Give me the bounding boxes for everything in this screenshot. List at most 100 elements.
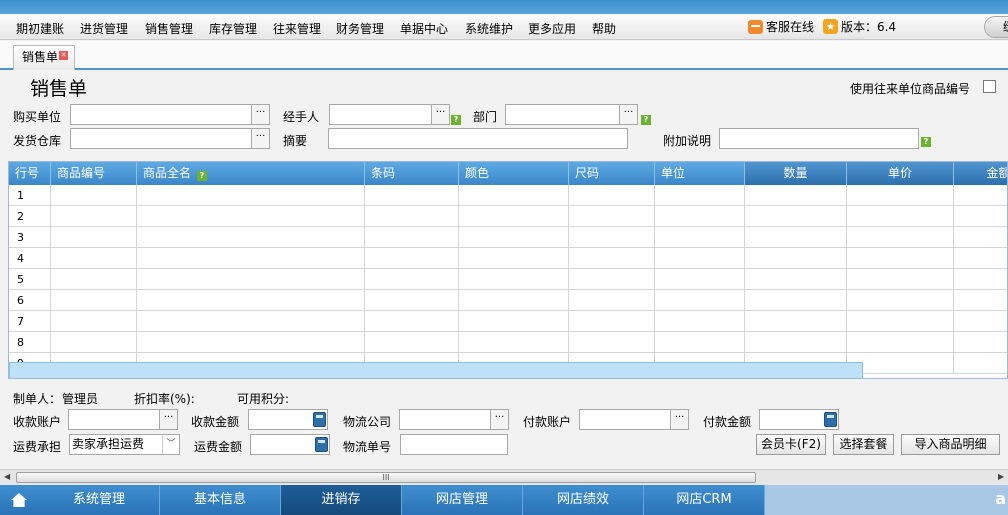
grid-cell[interactable]	[655, 332, 745, 353]
module-tab-basic-info[interactable]: 基本信息	[160, 485, 281, 515]
row-number-cell[interactable]: 2	[9, 206, 51, 227]
col-header-size[interactable]: 尺码	[569, 162, 655, 185]
grid-cell[interactable]	[655, 248, 745, 269]
calculator-icon[interactable]	[315, 437, 328, 452]
grid-cell[interactable]	[137, 269, 365, 290]
grid-cell[interactable]	[459, 248, 569, 269]
grid-cell[interactable]	[137, 311, 365, 332]
item-name-help-icon[interactable]: ?	[196, 171, 207, 181]
row-number-cell[interactable]: 3	[9, 227, 51, 248]
grid-cell[interactable]	[745, 248, 847, 269]
menu-item-inventory[interactable]: 库存管理	[209, 20, 257, 37]
grid-cell[interactable]	[365, 248, 459, 269]
module-tab-shop-performance[interactable]: 网店绩效	[523, 485, 644, 515]
grid-cell[interactable]	[137, 248, 365, 269]
tab-sales-order[interactable]: 销售单 ✕	[13, 45, 76, 70]
sales-line-grid[interactable]: 行号 商品编号 商品全名 ? 条码 颜色 尺码 单位 数量 单价 金额 1234…	[8, 161, 1008, 379]
module-tab-shop-crm[interactable]: 网店CRM	[644, 485, 765, 515]
grid-cell[interactable]	[137, 185, 365, 206]
dept-help-icon[interactable]: ?	[641, 115, 651, 125]
grid-cell[interactable]	[847, 227, 954, 248]
grid-cell[interactable]	[655, 269, 745, 290]
grid-cell[interactable]	[569, 185, 655, 206]
grid-cell[interactable]	[569, 227, 655, 248]
close-icon[interactable]: ✕	[59, 51, 69, 60]
col-header-item-code[interactable]: 商品编号	[51, 162, 137, 185]
service-online-link[interactable]: 客服在线	[748, 18, 814, 35]
grid-cell[interactable]	[847, 353, 954, 374]
col-header-qty[interactable]: 数量	[745, 162, 847, 185]
grid-cell[interactable]	[847, 248, 954, 269]
grid-cell[interactable]	[954, 248, 1007, 269]
grid-cell[interactable]	[459, 311, 569, 332]
grid-cell[interactable]	[51, 269, 137, 290]
grid-cell[interactable]	[847, 332, 954, 353]
dept-browse-button[interactable]: ···	[619, 105, 637, 124]
logistics-company-field[interactable]: ···	[399, 409, 509, 430]
grid-cell[interactable]	[365, 227, 459, 248]
grid-cell[interactable]	[655, 206, 745, 227]
menu-item-accounts[interactable]: 往来管理	[273, 20, 321, 37]
grid-cell[interactable]	[954, 290, 1007, 311]
row-number-cell[interactable]: 6	[9, 290, 51, 311]
freight-amount-field[interactable]	[250, 434, 330, 455]
grid-cell[interactable]	[954, 353, 1007, 374]
module-tab-shop-manage[interactable]: 网店管理	[402, 485, 523, 515]
grid-cell[interactable]	[365, 311, 459, 332]
grid-cell[interactable]	[847, 185, 954, 206]
grid-cell[interactable]	[459, 185, 569, 206]
lock-icon[interactable]: a	[995, 489, 1006, 508]
grid-cell[interactable]	[745, 311, 847, 332]
row-number-cell[interactable]: 1	[9, 185, 51, 206]
grid-cell[interactable]	[459, 332, 569, 353]
grid-cell[interactable]	[954, 185, 1007, 206]
import-details-button[interactable]: 导入商品明细	[901, 434, 1000, 455]
grid-cell[interactable]	[847, 206, 954, 227]
logistics-company-browse-button[interactable]: ···	[490, 410, 508, 429]
col-header-barcode[interactable]: 条码	[365, 162, 459, 185]
menu-item-purchase[interactable]: 进货管理	[80, 20, 128, 37]
grid-cell[interactable]	[459, 206, 569, 227]
tracking-no-field[interactable]	[400, 434, 508, 455]
menu-item-help[interactable]: 帮助	[592, 20, 616, 37]
grid-cell[interactable]	[365, 332, 459, 353]
grid-cell[interactable]	[745, 206, 847, 227]
calculator-icon[interactable]	[824, 412, 837, 427]
pay-account-field[interactable]: ···	[579, 409, 689, 430]
scrollbar-thumb[interactable]: III	[16, 472, 756, 483]
scroll-left-icon[interactable]: ◀	[4, 472, 10, 481]
summary-field[interactable]	[328, 128, 628, 149]
grid-cell[interactable]	[51, 332, 137, 353]
freight-bearer-select[interactable]: 卖家承担运费 ﹀	[69, 434, 180, 455]
grid-cell[interactable]	[365, 269, 459, 290]
grid-cell[interactable]	[137, 206, 365, 227]
grid-cell[interactable]	[655, 290, 745, 311]
row-number-cell[interactable]: 5	[9, 269, 51, 290]
grid-cell[interactable]	[745, 290, 847, 311]
grid-cell[interactable]	[365, 206, 459, 227]
dept-field[interactable]: ···	[505, 104, 638, 125]
receive-account-field[interactable]: ···	[68, 409, 178, 430]
calculator-icon[interactable]	[313, 412, 326, 427]
warehouse-browse-button[interactable]: ···	[251, 129, 269, 148]
module-tab-inventory-sales[interactable]: 进销存	[281, 485, 402, 515]
grid-cell[interactable]	[954, 332, 1007, 353]
grid-scrollbar[interactable]	[9, 362, 863, 378]
member-card-button[interactable]: 会员卡(F2)	[756, 434, 826, 455]
col-header-price[interactable]: 单价	[847, 162, 954, 185]
grid-cell[interactable]	[459, 269, 569, 290]
receive-amount-field[interactable]	[248, 409, 328, 430]
grid-cell[interactable]	[569, 332, 655, 353]
grid-cell[interactable]	[137, 227, 365, 248]
extra-note-help-icon[interactable]: ?	[921, 137, 931, 147]
module-tab-system[interactable]: 系统管理	[39, 485, 160, 515]
menu-item-more[interactable]: 更多应用	[528, 20, 576, 37]
grid-cell[interactable]	[51, 185, 137, 206]
buyer-browse-button[interactable]: ···	[251, 105, 269, 124]
col-header-amount[interactable]: 金额	[954, 162, 1007, 185]
grid-cell[interactable]	[569, 206, 655, 227]
grid-cell[interactable]	[745, 227, 847, 248]
handler-help-icon[interactable]: ?	[451, 115, 461, 125]
grid-cell[interactable]	[745, 269, 847, 290]
grid-cell[interactable]	[954, 206, 1007, 227]
